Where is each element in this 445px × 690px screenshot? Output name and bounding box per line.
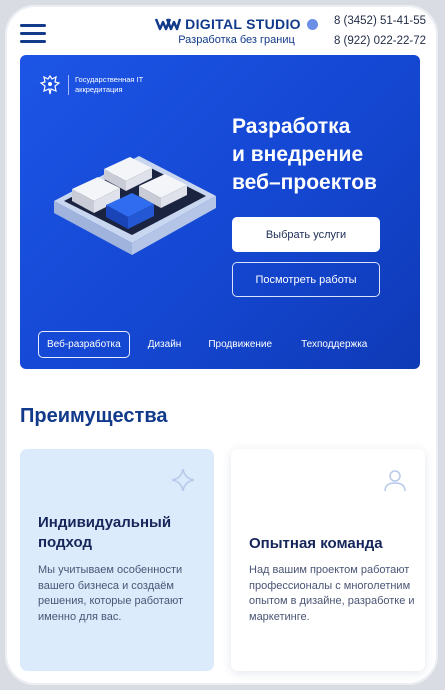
- hero-title-line-1: Разработка: [232, 115, 351, 138]
- advantage-card-team: Опытная команда Над вашим проектом работ…: [231, 449, 425, 671]
- site-header: DIGITAL STUDIO Разработка без границ 8 (…: [5, 5, 438, 57]
- verified-badge-icon: [306, 18, 318, 30]
- badge-divider: [68, 75, 69, 95]
- tab-design[interactable]: Дизайн: [148, 339, 182, 350]
- tab-promotion[interactable]: Продвижение: [208, 339, 272, 350]
- tab-support[interactable]: Техподдержка: [301, 339, 367, 350]
- card-title: Индивидуальный подход: [38, 514, 172, 551]
- card-title: Опытная команда: [249, 535, 383, 552]
- sparkle-icon: [171, 468, 195, 492]
- service-tabs: Веб-разработка Дизайн Продвижение Техпод…: [38, 330, 413, 358]
- hero-title: Разработка и внедрение веб–проектов: [232, 113, 407, 197]
- hero-title-line-2: и внедрение: [232, 143, 364, 166]
- card-text: Над вашим проектом работают профессионал…: [249, 564, 415, 623]
- keyboard-keys-illustration: [54, 156, 216, 255]
- brand-mark-icon: [155, 18, 182, 31]
- contact-phones: 8 (3452) 51-41-55 8 (922) 022-22-72: [334, 15, 426, 55]
- advantages-title: Преимущества: [20, 405, 168, 427]
- brand-name: DIGITAL STUDIO: [185, 16, 301, 32]
- card-text: Мы учитываем особенности вашего бизнеса …: [38, 564, 183, 623]
- view-works-button[interactable]: Посмотреть работы: [232, 262, 380, 297]
- tab-web-development[interactable]: Веб-разработка: [38, 330, 130, 358]
- user-icon: [384, 470, 406, 492]
- phone-link-2[interactable]: 8 (922) 022-22-72: [334, 35, 426, 47]
- accreditation-label: Государственная IT аккредитация: [75, 75, 144, 94]
- hero-title-line-3: веб–проектов: [232, 171, 377, 194]
- brand-tagline: Разработка без границ: [178, 34, 295, 46]
- choose-services-button[interactable]: Выбрать услуги: [232, 217, 380, 252]
- menu-icon[interactable]: [20, 24, 46, 44]
- coat-of-arms-icon: [39, 74, 61, 95]
- accreditation-badge: Государственная IT аккредитация: [38, 73, 165, 97]
- brand-logo[interactable]: DIGITAL STUDIO Разработка без границ: [149, 16, 324, 46]
- advantage-card-individual: Индивидуальный подход Мы учитываем особе…: [20, 449, 214, 671]
- phone-link-1[interactable]: 8 (3452) 51-41-55: [334, 15, 426, 27]
- hero-banner: Государственная IT аккредитация Разработ…: [20, 55, 420, 369]
- phone-frame: DIGITAL STUDIO Разработка без границ 8 (…: [5, 5, 438, 685]
